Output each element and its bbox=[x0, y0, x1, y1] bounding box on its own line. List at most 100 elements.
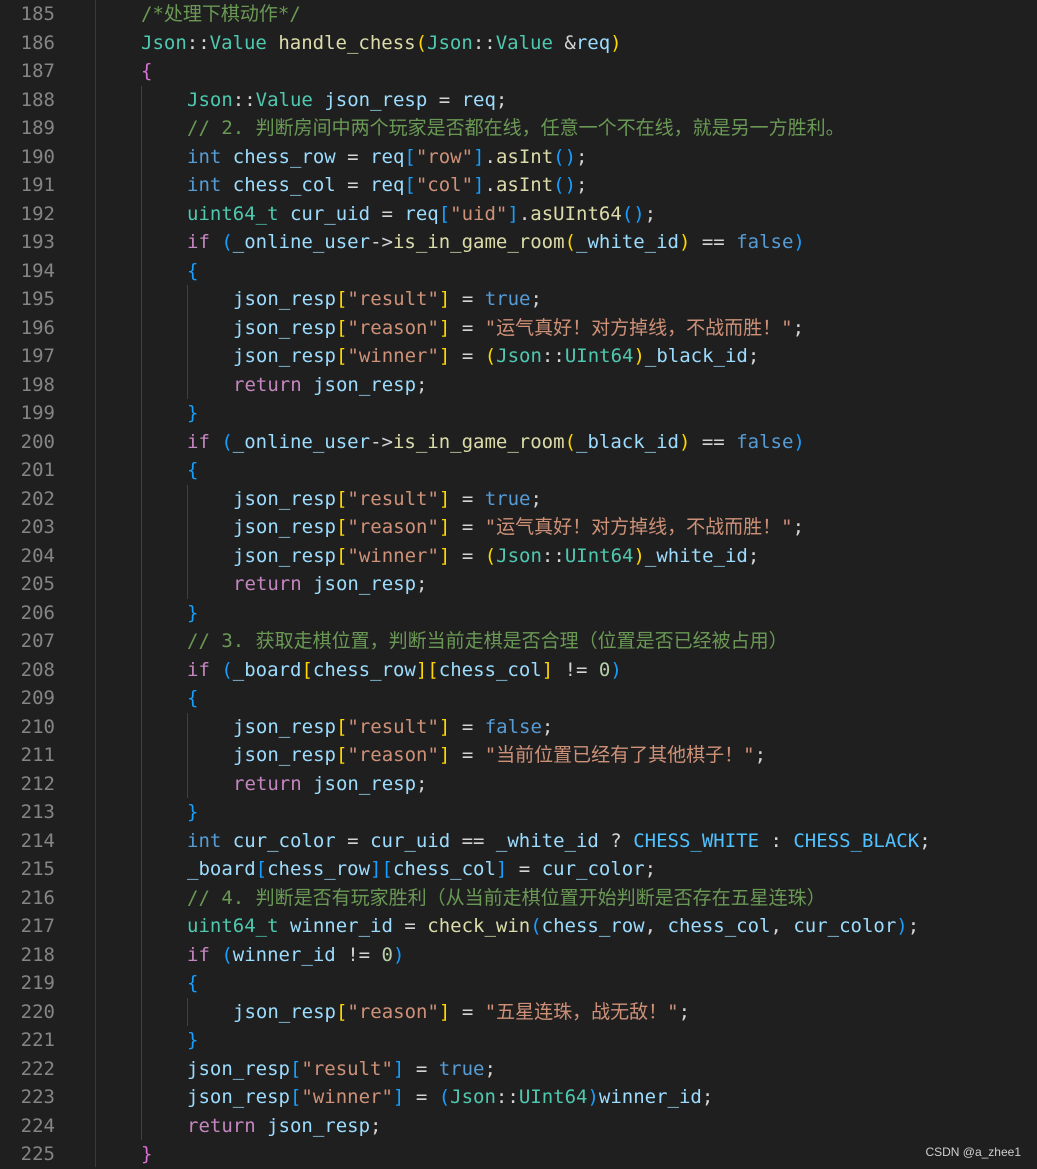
code-line[interactable]: 221} bbox=[0, 1026, 1037, 1055]
line-number: 220 bbox=[20, 1000, 55, 1023]
code-line[interactable]: 205 return json_resp; bbox=[0, 570, 1037, 599]
code-token: ( bbox=[221, 231, 233, 253]
code-line[interactable]: 216 // 4. 判断是否有玩家胜利（从当前走棋位置开始判断是否存在五星连珠） bbox=[0, 883, 1037, 912]
code-token: ( bbox=[415, 31, 428, 54]
code-line[interactable]: 222 json_resp["result"] = true; bbox=[0, 1054, 1037, 1084]
code-line[interactable]: 194 { bbox=[0, 256, 1037, 285]
code-token: ] bbox=[438, 345, 451, 367]
code-token: = bbox=[392, 915, 428, 937]
code-line[interactable]: 206} bbox=[0, 598, 1037, 627]
indent-guide bbox=[187, 513, 188, 542]
code-token: "reason" bbox=[347, 1000, 439, 1023]
code-line[interactable]: 193 if (_online_user->is_in_game_room(_wh… bbox=[0, 228, 1037, 257]
code-token: "reason" bbox=[347, 316, 439, 339]
code-line[interactable]: 211 json_resp["reason"] = "当前位置已经有了其他棋子！"… bbox=[0, 741, 1037, 770]
code-line[interactable]: 212 return json_resp; bbox=[0, 769, 1037, 798]
code-token: Json bbox=[450, 1086, 496, 1108]
code-token: _online_user bbox=[232, 231, 371, 253]
code-token: [ bbox=[301, 658, 313, 681]
code-token: ; bbox=[576, 174, 588, 196]
code-token: ) bbox=[793, 231, 805, 253]
code-line[interactable]: 188 Json::Value json_resp = req; bbox=[0, 85, 1037, 114]
code-text: json_resp["result"] = true; bbox=[187, 1055, 496, 1084]
code-line[interactable]: 191 int chess_col = req["col"].asInt(); bbox=[0, 171, 1037, 200]
code-line[interactable]: 187 { bbox=[0, 57, 1037, 86]
indent-guide bbox=[141, 940, 142, 969]
code-line[interactable]: 220 json_resp["reason"] = "五星连珠，战无敌！"; bbox=[0, 997, 1037, 1026]
indent-guide bbox=[141, 741, 142, 770]
code-token: { bbox=[187, 687, 199, 709]
code-token: == bbox=[450, 829, 496, 852]
code-line[interactable]: 215 _board[chess_row][chess_col] = cur_co… bbox=[0, 855, 1037, 884]
code-line[interactable]: 199} bbox=[0, 399, 1037, 428]
code-line[interactable]: 214 int cur_color = cur_uid == _white_id … bbox=[0, 826, 1037, 855]
code-line[interactable]: 202 json_resp["result"] = true; bbox=[0, 484, 1037, 513]
code-line[interactable]: 209 { bbox=[0, 684, 1037, 713]
code-line[interactable]: 201 { bbox=[0, 456, 1037, 485]
code-line[interactable]: 208 if (_board[chess_row][chess_col] != 0… bbox=[0, 655, 1037, 684]
code-token: = bbox=[335, 174, 371, 196]
code-line[interactable]: 224 return json_resp; bbox=[0, 1111, 1037, 1141]
code-token: "winner" bbox=[347, 544, 439, 567]
code-line[interactable]: 217 uint64_t winner_id = check_win(chess_… bbox=[0, 912, 1037, 941]
code-text: json_resp["reason"] = "当前位置已经有了其他棋子！"; bbox=[233, 741, 766, 770]
code-token: ( bbox=[484, 345, 497, 367]
code-line[interactable]: 223 json_resp["winner"] = (Json::UInt64)w… bbox=[0, 1083, 1037, 1112]
code-line[interactable]: 198 return json_resp; bbox=[0, 370, 1037, 399]
code-token: != bbox=[335, 943, 382, 966]
code-line[interactable]: 207 // 3. 获取走棋位置，判断当前走棋是否合理（位置是否已经被占用） bbox=[0, 627, 1037, 656]
code-token: = bbox=[507, 858, 542, 880]
indent-guide bbox=[141, 199, 142, 228]
indent-guide bbox=[141, 142, 142, 171]
code-token: [ bbox=[335, 316, 348, 339]
code-line[interactable]: 192 uint64_t cur_uid = req["uid"].asUInt6… bbox=[0, 199, 1037, 228]
code-token: "result" bbox=[347, 288, 439, 310]
code-token: ; bbox=[919, 829, 931, 852]
code-token: [ bbox=[335, 715, 348, 738]
code-line[interactable]: 189 // 2. 判断房间中两个玩家是否都在线，任意一个不在线，就是另一方胜利。 bbox=[0, 114, 1037, 143]
code-token: ( bbox=[530, 915, 542, 937]
code-line[interactable]: 190 int chess_row = req["row"].asInt(); bbox=[0, 142, 1037, 171]
code-text: json_resp["reason"] = "运气真好！对方掉线，不战而胜！"; bbox=[233, 314, 804, 343]
code-line[interactable]: 204 json_resp["winner"] = (Json::UInt64)_… bbox=[0, 541, 1037, 570]
code-token: ] bbox=[438, 316, 451, 339]
line-number: 197 bbox=[20, 345, 55, 367]
code-token: _white_id bbox=[644, 544, 748, 567]
code-token: if bbox=[187, 658, 210, 681]
code-text: json_resp["result"] = true; bbox=[233, 285, 542, 314]
code-line[interactable]: 225} bbox=[0, 1140, 1037, 1169]
code-editor[interactable]: 185/*处理下棋动作*/186 Json::Value handle_chess… bbox=[0, 0, 1037, 1167]
code-line[interactable]: 210 json_resp["result"] = false; bbox=[0, 712, 1037, 741]
code-line[interactable]: 185 /*处理下棋动作*/ bbox=[0, 0, 1037, 29]
code-line[interactable]: 213} bbox=[0, 798, 1037, 827]
line-number: 196 bbox=[20, 316, 55, 339]
code-line[interactable]: 219 { bbox=[0, 969, 1037, 998]
code-line[interactable]: 186 Json::Value handle_chess(Json::Value … bbox=[0, 29, 1037, 58]
code-line[interactable]: 200 if (_online_user->is_in_game_room(_bl… bbox=[0, 427, 1037, 456]
code-token: Json bbox=[496, 345, 542, 367]
code-text: { bbox=[141, 57, 152, 86]
code-line[interactable]: 203 json_resp["reason"] = "运气真好！对方掉线，不战而胜… bbox=[0, 513, 1037, 542]
code-line[interactable]: 196 json_resp["reason"] = "运气真好！对方掉线，不战而胜… bbox=[0, 313, 1037, 343]
code-token: ) bbox=[678, 231, 691, 253]
code-line[interactable]: 218 if (winner_id != 0) bbox=[0, 940, 1037, 969]
code-line[interactable]: 197 json_resp["winner"] = (Json::UInt64)_… bbox=[0, 342, 1037, 371]
indent-guide bbox=[141, 285, 142, 314]
code-token: req bbox=[370, 145, 405, 168]
code-token: json_resp bbox=[267, 1114, 371, 1137]
code-text: } bbox=[187, 1026, 198, 1055]
code-token: = bbox=[450, 316, 485, 339]
code-line[interactable]: 195 json_resp["result"] = true; bbox=[0, 285, 1037, 314]
code-text: return json_resp; bbox=[187, 1112, 382, 1141]
code-token: Value bbox=[255, 88, 313, 111]
code-token: json_resp bbox=[233, 1000, 336, 1023]
indent-guide bbox=[141, 427, 142, 456]
code-token: json_resp bbox=[233, 516, 336, 538]
code-token: ] bbox=[438, 544, 451, 567]
code-token: ] bbox=[507, 202, 519, 225]
